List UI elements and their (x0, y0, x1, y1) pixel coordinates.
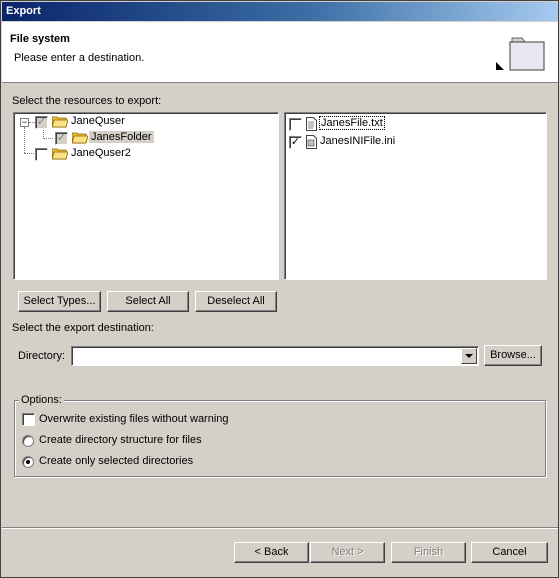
banner-title: File system (10, 33, 70, 45)
tree-checkbox-janequser2[interactable] (35, 148, 48, 161)
chevron-down-icon[interactable] (461, 348, 477, 364)
select-types-button[interactable]: Select Types... (18, 291, 101, 312)
collapse-icon[interactable]: − (20, 118, 29, 127)
banner-subtitle: Please enter a destination. (14, 52, 145, 64)
title-bar: Export (2, 2, 558, 21)
open-folder-icon (52, 148, 68, 160)
tree-checkbox-janesfolder[interactable]: ✓ (55, 132, 68, 145)
folder-wizard-icon (496, 37, 545, 71)
wizard-banner: File system Please enter a destination. (2, 22, 558, 83)
overwrite-label[interactable]: Overwrite existing files without warning (39, 413, 229, 425)
select-all-button[interactable]: Select All (107, 291, 189, 312)
options-legend: Options: (19, 394, 64, 406)
directory-label: Directory: (18, 350, 66, 362)
window-title: Export (6, 5, 41, 17)
export-dialog: Export File system Please enter a destin… (0, 0, 559, 578)
resource-tree[interactable]: − ✓ JaneQuser ✓ JanesFolder JaneQuser2 (13, 112, 279, 280)
resources-label: Select the resources to export: (12, 95, 162, 107)
browse-button[interactable]: Browse... (484, 345, 542, 366)
file-checkbox-janesfile[interactable] (289, 118, 302, 131)
deselect-all-button[interactable]: Deselect All (195, 291, 277, 312)
ini-file-icon (306, 135, 317, 149)
back-button[interactable]: < Back (234, 542, 309, 563)
directory-combo[interactable] (71, 346, 479, 366)
tree-item-janequser[interactable]: JaneQuser (71, 115, 125, 127)
open-folder-icon (52, 116, 68, 128)
next-button[interactable]: Next > (310, 542, 385, 563)
file-list[interactable]: JanesFile.txt ✓ JanesINIFile.ini (284, 112, 547, 280)
cancel-button[interactable]: Cancel (471, 542, 548, 563)
file-checkbox-janesinifile[interactable]: ✓ (289, 136, 302, 149)
tree-checkbox-janequser[interactable]: ✓ (35, 116, 48, 129)
overwrite-checkbox[interactable] (22, 413, 35, 426)
create-selected-radio[interactable] (22, 456, 34, 468)
create-structure-radio[interactable] (22, 435, 34, 447)
open-folder-icon (72, 132, 88, 144)
tree-item-janesfolder[interactable]: JanesFolder (89, 131, 154, 143)
tree-item-janequser2[interactable]: JaneQuser2 (71, 147, 131, 159)
file-item-janesfile[interactable]: JanesFile.txt (319, 116, 385, 130)
create-selected-label[interactable]: Create only selected directories (39, 455, 193, 467)
file-item-janesinifile[interactable]: JanesINIFile.ini (320, 135, 395, 147)
create-structure-label[interactable]: Create directory structure for files (39, 434, 202, 446)
finish-button[interactable]: Finish (391, 542, 466, 563)
footer-separator (2, 527, 558, 529)
destination-label: Select the export destination: (12, 322, 154, 334)
text-file-icon (306, 117, 317, 131)
